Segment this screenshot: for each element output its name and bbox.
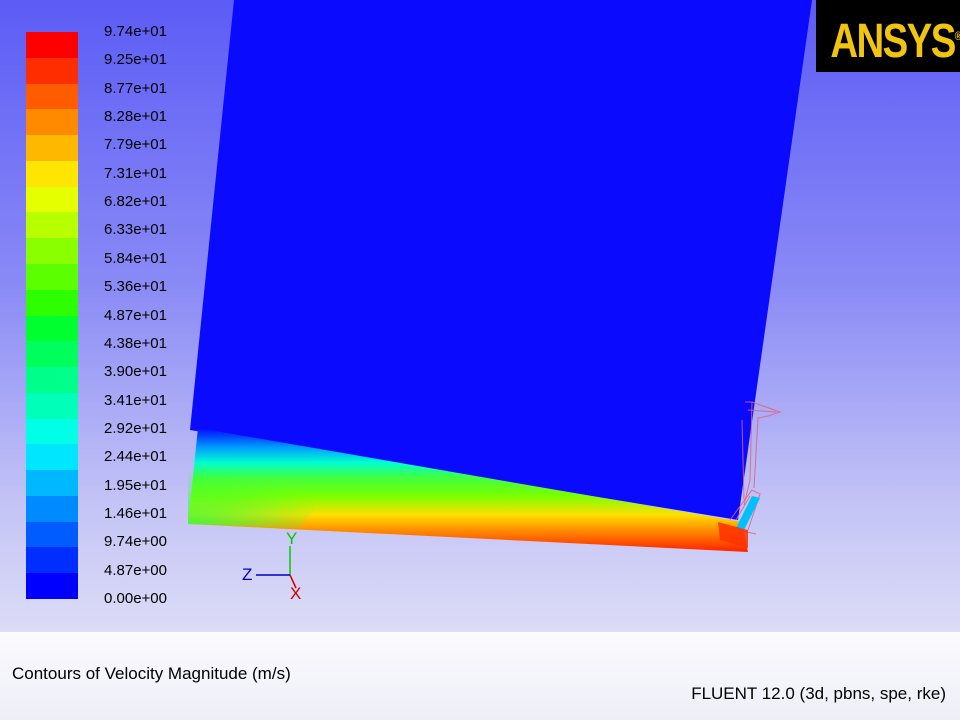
colorbar-label: 3.90e+01 [104,363,167,381]
colorbar-label: 3.41e+01 [104,391,167,409]
footer-panel: Contours of Velocity Magnitude (m/s) FLU… [0,632,960,720]
colorbar-label: 5.36e+01 [104,278,167,296]
colorbar-label: 8.77e+01 [104,79,167,97]
z-axis-label: Z [242,565,253,584]
colorbar-swatch [26,109,78,136]
colorbar-swatch [26,212,78,239]
colorbar-swatch [26,263,78,291]
colorbar-swatch [26,392,78,420]
colorbar-swatch [26,470,78,497]
colorbar-label: 8.28e+01 [104,108,167,126]
colorbar-swatch [26,367,78,394]
colorbar-label: 4.38e+01 [104,334,167,352]
colorbar-label: 5.84e+01 [104,249,167,267]
colorbar-label: 2.44e+01 [104,448,167,466]
colorbar-label: 6.33e+01 [104,221,167,239]
colorbar-label: 2.92e+01 [104,419,167,437]
colorbar-swatch [26,418,78,445]
ansys-logo: ANSYS® [816,0,960,72]
colorbar-swatch [26,315,78,342]
colorbar [26,32,78,600]
colorbar-swatch [26,495,78,523]
x-axis-label: X [290,584,302,603]
colorbar-swatch [26,57,78,85]
colorbar-swatch [26,521,78,548]
colorbar-label: 9.74e+01 [104,23,167,40]
solver-version: FLUENT 12.0 (3d, pbns, spe, rke) [691,684,946,703]
colorbar-swatch [26,573,78,600]
colorbar-swatch [26,160,78,188]
colorbar-label: 7.31e+01 [104,164,167,182]
colorbar-label: 4.87e+00 [104,561,167,579]
colorbar-label: 7.79e+01 [104,136,167,154]
colorbar-swatch [26,289,78,316]
colorbar-swatch [26,238,78,265]
colorbar-swatch [26,444,78,471]
domain-region [190,0,812,520]
graphics-viewport[interactable]: Y Z X 9.74e+01 9.25e+01 8.77e+01 8.28e+01 7.… [0,0,960,632]
colorbar-swatch [26,83,78,110]
colorbar-label: 1.46e+01 [104,504,167,522]
colorbar-label: 1.95e+01 [104,476,167,494]
colorbar-swatch [26,135,78,162]
plot-title: Contours of Velocity Magnitude (m/s) [12,664,291,683]
colorbar-swatch [26,32,78,59]
colorbar-swatch [26,547,78,574]
colorbar-swatch [26,341,78,368]
colorbar-swatch [26,186,78,213]
logo-reg-mark: ® [954,29,960,43]
colorbar-label: 9.74e+00 [104,533,167,551]
colorbar-label: 9.25e+01 [104,51,167,69]
colorbar-label: 0.00e+00 [104,590,167,607]
logo-text: ANSYS [830,15,956,68]
axis-triad [256,546,297,589]
colorbar-label: 4.87e+01 [104,306,167,324]
colorbar-label: 6.82e+01 [104,193,167,211]
y-axis-label: Y [286,529,298,548]
